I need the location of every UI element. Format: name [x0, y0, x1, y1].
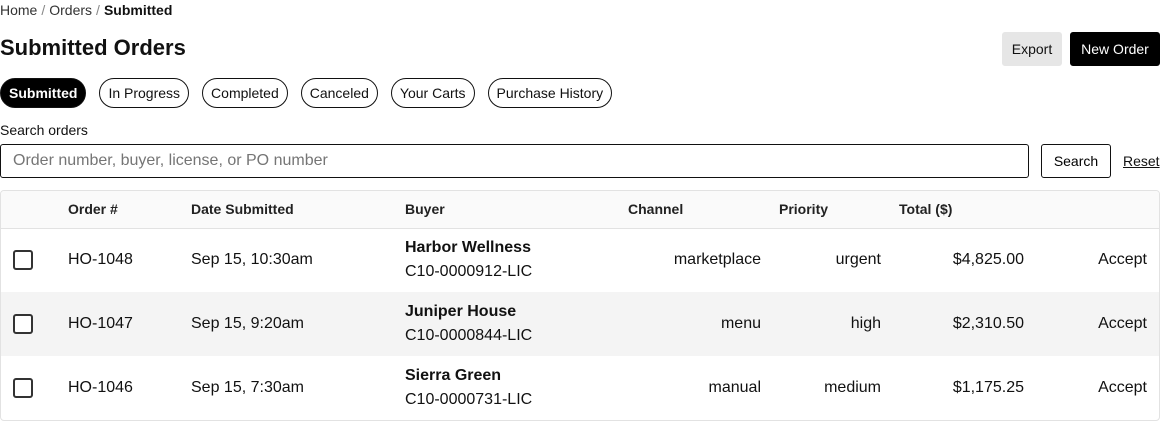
order-number: HO-1047 [68, 315, 133, 332]
accept-button[interactable]: Accept [1098, 379, 1147, 396]
table-row: HO-1048 Sep 15, 10:30am Harbor Wellness … [1, 228, 1159, 292]
status-tabs: Submitted In Progress Completed Canceled… [0, 78, 613, 108]
search-input[interactable] [0, 144, 1029, 178]
priority: high [850, 315, 881, 332]
header-total: Total ($) [899, 191, 1042, 229]
date-submitted: Sep 15, 7:30am [191, 379, 304, 396]
tab-canceled[interactable]: Canceled [300, 78, 378, 108]
search-label: Search orders [0, 122, 88, 138]
table-row: HO-1046 Sep 15, 7:30am Sierra Green C10-… [1, 356, 1159, 420]
buyer-name: Sierra Green [405, 367, 502, 384]
breadcrumb-separator: / [96, 2, 100, 18]
channel: marketplace [673, 251, 761, 269]
buyer-name: Juniper House [405, 303, 517, 320]
page-title: Submitted Orders [0, 35, 186, 60]
search-button[interactable]: Search [1041, 144, 1111, 178]
new-order-button[interactable]: New Order [1070, 32, 1160, 66]
tab-submitted[interactable]: Submitted [0, 78, 87, 108]
header-buyer: Buyer [405, 191, 605, 229]
tab-in-progress[interactable]: In Progress [99, 78, 190, 108]
breadcrumb-separator: / [41, 2, 46, 18]
date-submitted: Sep 15, 9:20am [191, 315, 304, 332]
row-select-checkbox[interactable] [13, 250, 33, 271]
reset-link[interactable]: Reset [1123, 153, 1160, 169]
breadcrumb-home[interactable]: Home [0, 2, 37, 18]
row-select-checkbox[interactable] [13, 378, 33, 398]
buyer-name: Harbor Wellness [405, 239, 531, 257]
header-select [1, 191, 68, 229]
header-actions: Export New Order [1002, 32, 1160, 66]
tab-your-carts[interactable]: Your Carts [390, 78, 475, 108]
total: $4,825.00 [952, 251, 1024, 269]
order-number: HO-1048 [68, 251, 133, 269]
total: $2,310.50 [952, 315, 1024, 332]
breadcrumb-orders[interactable]: Orders [49, 2, 92, 18]
table-row: HO-1047 Sep 15, 9:20am Juniper House C10… [1, 292, 1159, 356]
total: $1,175.25 [952, 379, 1024, 396]
buyer-license: C10-0000912-LIC [405, 263, 533, 281]
row-select-checkbox[interactable] [13, 314, 33, 334]
tab-purchase-history[interactable]: Purchase History [487, 78, 613, 108]
channel: manual [708, 379, 761, 396]
date-submitted: Sep 15, 10:30am [191, 251, 313, 269]
channel: menu [720, 315, 761, 332]
tab-completed[interactable]: Completed [202, 78, 288, 108]
table-header-row: Order # Date Submitted Buyer Channel Pri… [1, 191, 1159, 229]
header-priority: Priority [779, 191, 899, 229]
breadcrumb-current: Submitted [103, 2, 173, 18]
export-button[interactable]: Export [1002, 32, 1062, 66]
priority: urgent [835, 251, 881, 269]
orders-table: Order # Date Submitted Buyer Channel Pri… [0, 190, 1160, 421]
accept-button[interactable]: Accept [1098, 251, 1147, 268]
accept-button[interactable]: Accept [1098, 315, 1147, 332]
header-date-submitted: Date Submitted [191, 191, 405, 229]
buyer-license: C10-0000731-LIC [405, 391, 533, 408]
header-channel: Channel [605, 191, 779, 229]
order-number: HO-1046 [68, 379, 133, 396]
breadcrumb: Home / Orders / Submitted [0, 1, 172, 19]
header-order-number: Order # [68, 191, 191, 229]
buyer-license: C10-0000844-LIC [405, 327, 533, 344]
header-action [1042, 191, 1159, 229]
priority: medium [824, 379, 881, 396]
